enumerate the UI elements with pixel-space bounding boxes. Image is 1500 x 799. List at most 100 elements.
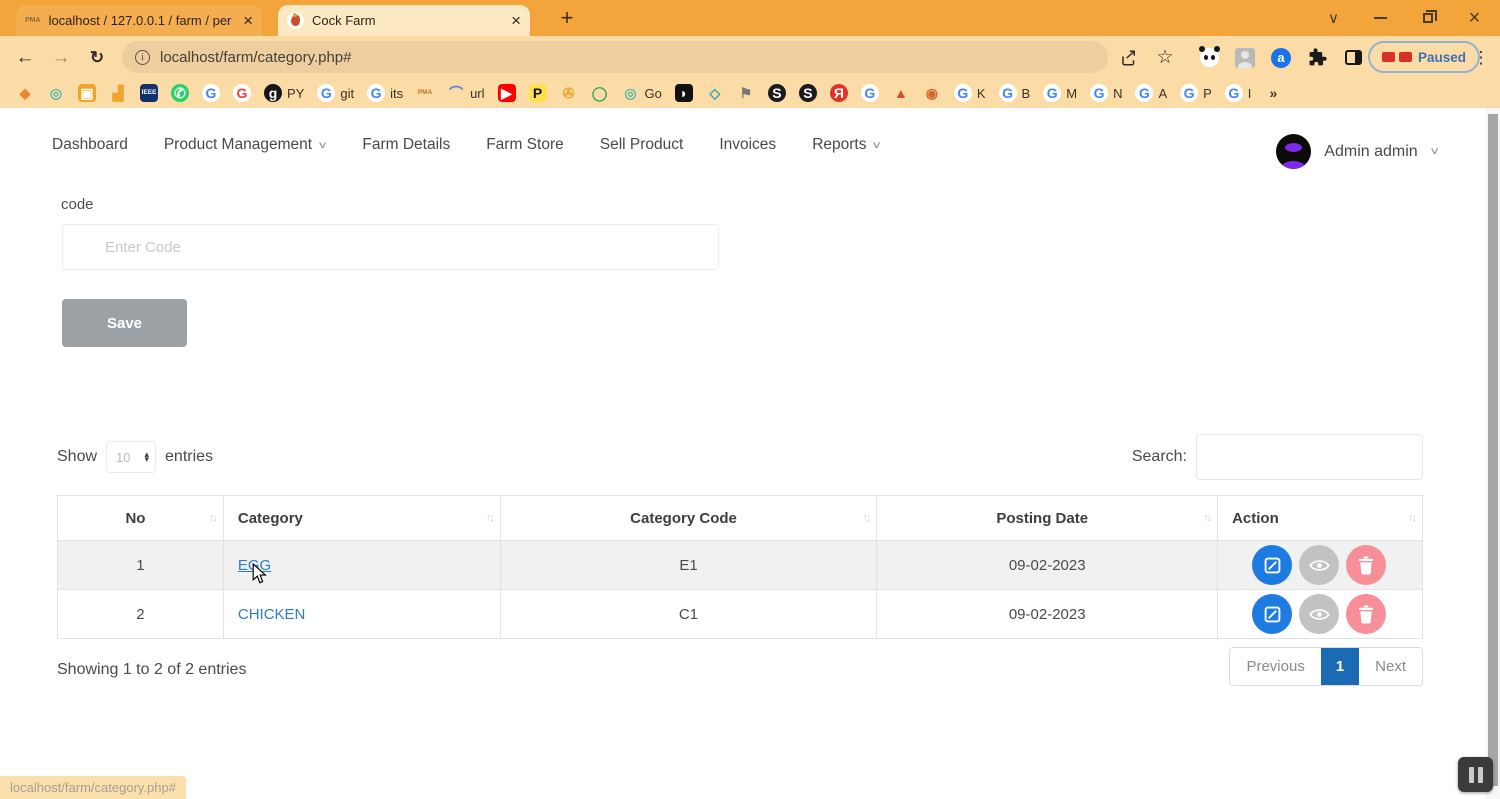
nav-item-label: Product Management: [164, 136, 312, 154]
scrollbar-track[interactable]: [1486, 108, 1500, 799]
a-extension-button[interactable]: a: [1268, 45, 1294, 70]
column-header-action[interactable]: Action↑↓: [1218, 496, 1423, 541]
next-page-button[interactable]: Next: [1359, 648, 1422, 685]
bookmark-youtube[interactable]: ▶: [498, 84, 516, 102]
browser-tab-cock-farm[interactable]: Cock Farm ×: [278, 5, 530, 36]
page-1-button[interactable]: 1: [1321, 648, 1359, 685]
delete-button[interactable]: [1346, 594, 1386, 634]
bookmark-bird[interactable]: ◗: [675, 84, 693, 102]
view-button[interactable]: [1299, 594, 1339, 634]
close-window-button[interactable]: ×: [1451, 0, 1498, 36]
bookmark-p-yellow[interactable]: P: [529, 84, 547, 102]
side-panel-button[interactable]: [1340, 45, 1366, 70]
nav-item-sell-product[interactable]: Sell Product: [600, 136, 684, 154]
bookmark-figure[interactable]: ⚑: [737, 84, 755, 102]
bookmark-google-k[interactable]: GK: [954, 84, 986, 102]
nav-item-invoices[interactable]: Invoices: [719, 136, 776, 154]
bookmark-godaddy[interactable]: ◎: [47, 84, 65, 102]
scrollbar-thumb[interactable]: [1488, 114, 1498, 786]
bookmark-google-b[interactable]: GB: [999, 84, 1031, 102]
edit-button[interactable]: [1252, 594, 1292, 634]
bookmark-google[interactable]: G: [861, 84, 879, 102]
recorder-pause-button[interactable]: [1458, 757, 1493, 792]
bookmark-google[interactable]: G: [233, 84, 251, 102]
bookmark-google-n[interactable]: GN: [1090, 84, 1122, 102]
reload-button[interactable]: ↻: [84, 45, 110, 70]
bookmark-google-a[interactable]: GA: [1135, 84, 1167, 102]
bookmark-speedtest-url[interactable]: ⌒url: [447, 84, 484, 102]
bookmark-star-button[interactable]: ☆: [1152, 45, 1178, 70]
table-body: 1EGGE109-02-20232CHICKENC109-02-2023: [58, 541, 1423, 639]
bookmark-yandex[interactable]: Я: [830, 84, 848, 102]
panda-extension-button[interactable]: [1196, 45, 1222, 70]
bookmark-s-dark[interactable]: S: [768, 84, 786, 102]
nav-item-reports[interactable]: Reports∨: [812, 136, 881, 154]
bookmark-eye-orange[interactable]: ◉: [923, 84, 941, 102]
bookmark-s-dark[interactable]: S: [799, 84, 817, 102]
bookmark-phpmyadmin[interactable]: PMA: [416, 84, 434, 102]
bookmark-godaddy-go[interactable]: ◎Go: [622, 84, 662, 102]
bookmark-google-git[interactable]: Ggit: [317, 84, 354, 102]
bookmark-google-m[interactable]: GM: [1043, 84, 1077, 102]
profile-extension-button[interactable]: [1232, 45, 1258, 70]
view-button[interactable]: [1299, 545, 1339, 585]
bookmark-green-ring[interactable]: ◯: [591, 84, 609, 102]
bookmark-hexagon[interactable]: ◇: [706, 84, 724, 102]
s-dark-icon: S: [768, 84, 786, 102]
bookmark-google[interactable]: G: [202, 84, 220, 102]
nav-item-dashboard[interactable]: Dashboard: [52, 136, 128, 154]
minimize-button[interactable]: [1357, 0, 1404, 36]
close-tab-icon[interactable]: ×: [243, 12, 253, 29]
tab-title: localhost / 127.0.0.1 / farm / per: [49, 13, 236, 28]
extension-paused-badge[interactable]: Paused: [1368, 41, 1480, 73]
nav-item-farm-details[interactable]: Farm Details: [362, 136, 450, 154]
browser-menu-button[interactable]: ⋮: [1468, 45, 1494, 70]
browser-tab-phpmyadmin[interactable]: PMA localhost / 127.0.0.1 / farm / per ×: [16, 5, 262, 36]
url-text: localhost/farm/category.php#: [160, 49, 352, 66]
nav-item-farm-store[interactable]: Farm Store: [486, 136, 564, 154]
delete-button[interactable]: [1346, 545, 1386, 585]
column-header-no[interactable]: No↑↓: [58, 496, 224, 541]
bookmark-diamond[interactable]: ◆: [16, 84, 34, 102]
bookmark-ieee[interactable]: IEEE: [140, 84, 158, 102]
share-button[interactable]: [1116, 45, 1142, 70]
bookmark-overflow[interactable]: »: [1264, 84, 1282, 102]
camera-icon: ✇: [560, 84, 578, 102]
site-info-icon[interactable]: [135, 50, 150, 65]
column-header-posting-date[interactable]: Posting Date↑↓: [877, 496, 1218, 541]
bookmark-analytics[interactable]: ▟: [109, 84, 127, 102]
bookmark-screen[interactable]: ▣: [78, 84, 96, 102]
previous-page-button[interactable]: Previous: [1230, 648, 1320, 685]
back-button[interactable]: ←: [12, 45, 38, 70]
code-input[interactable]: [62, 224, 719, 270]
column-header-category-code[interactable]: Category Code↑↓: [500, 496, 877, 541]
bookmark-google-i[interactable]: GI: [1225, 84, 1252, 102]
edit-button[interactable]: [1252, 545, 1292, 585]
nav-item-product-management[interactable]: Product Management∨: [164, 136, 327, 154]
table-info-text: Showing 1 to 2 of 2 entries: [57, 661, 246, 679]
save-button[interactable]: Save: [62, 299, 187, 347]
view-icon: [1309, 558, 1330, 573]
bookmark-matlab[interactable]: ▲: [892, 84, 910, 102]
bookmark-whatsapp[interactable]: ✆: [171, 84, 189, 102]
bookmark-camera[interactable]: ✇: [560, 84, 578, 102]
cell-posting-date: 09-02-2023: [877, 541, 1218, 590]
bookmark-google-p[interactable]: GP: [1180, 84, 1212, 102]
address-bar[interactable]: localhost/farm/category.php#: [122, 41, 1108, 73]
bookmark-google-its[interactable]: Gits: [367, 84, 403, 102]
extensions-button[interactable]: [1304, 45, 1330, 70]
chrome-menu-chevron-icon[interactable]: ∨: [1310, 0, 1357, 36]
cell-category-code: E1: [500, 541, 877, 590]
column-header-category[interactable]: Category↑↓: [223, 496, 500, 541]
search-input[interactable]: [1196, 434, 1423, 480]
category-link[interactable]: CHICKEN: [238, 606, 306, 623]
close-tab-icon[interactable]: ×: [511, 12, 521, 29]
page-length-select[interactable]: 10 ▴▾: [106, 441, 156, 473]
bookmark-github-py[interactable]: gPY: [264, 84, 304, 102]
google-n-icon: G: [1090, 84, 1108, 102]
forward-button[interactable]: →: [48, 45, 74, 70]
table-row: 2CHICKENC109-02-2023: [58, 590, 1423, 639]
restore-button[interactable]: [1404, 0, 1451, 36]
new-tab-button[interactable]: +: [552, 3, 582, 33]
user-menu[interactable]: Admin admin ∨: [1276, 134, 1438, 169]
